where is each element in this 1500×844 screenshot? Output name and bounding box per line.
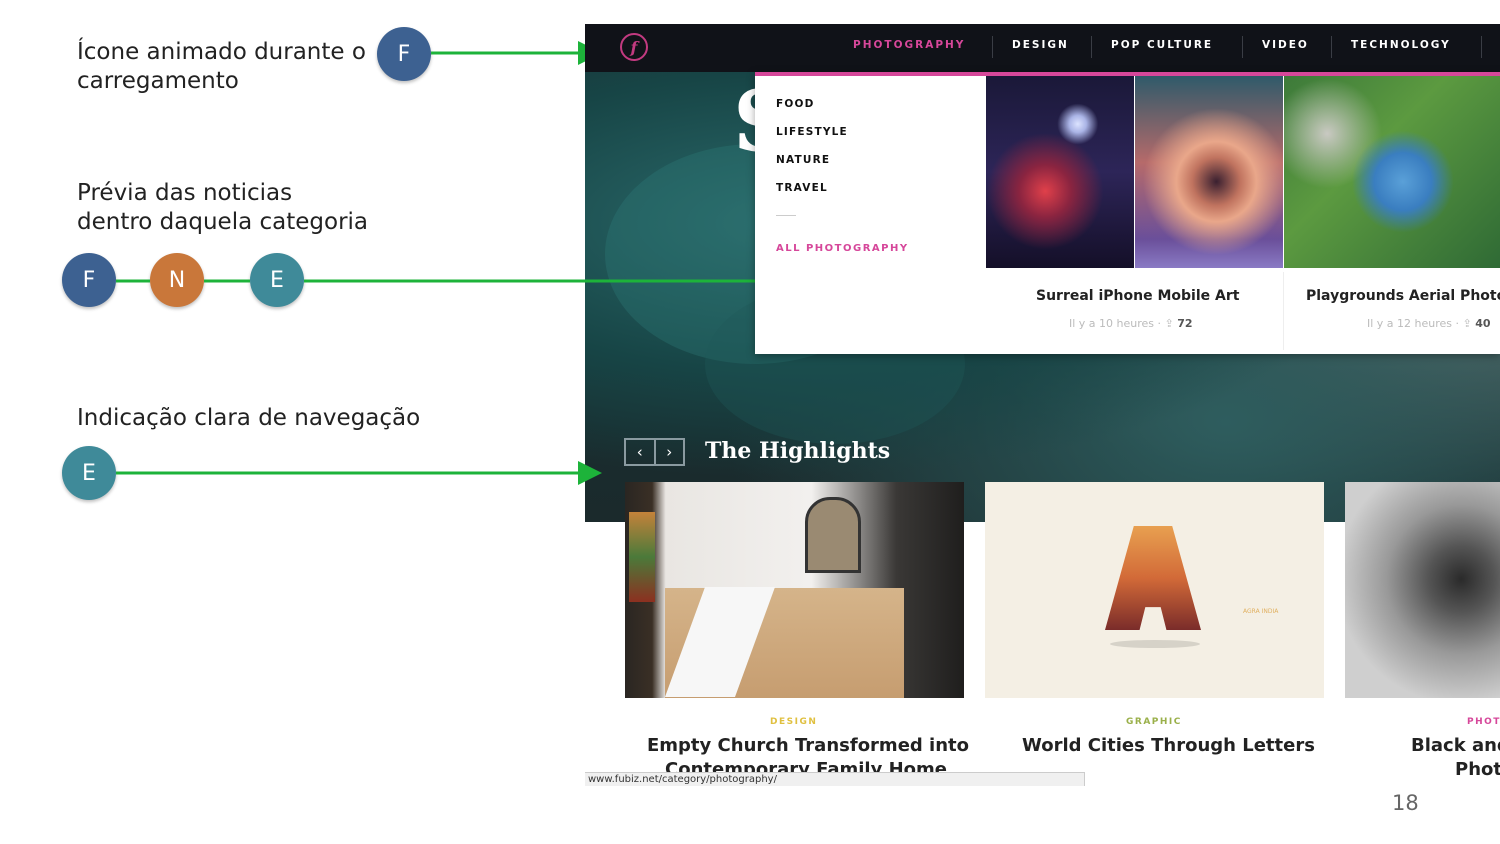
- annotation-loading-text: Ícone animado durante o carregamento: [77, 38, 366, 96]
- highlight-card-church-image[interactable]: [625, 482, 964, 698]
- card-title-letters[interactable]: World Cities Through Letters: [1022, 735, 1315, 756]
- card-category-photo[interactable]: PHOT: [1467, 717, 1500, 727]
- slide-page-number: 18: [1392, 791, 1419, 815]
- annotation-loading-line1: Ícone animado durante o: [77, 39, 366, 65]
- badge-n-preview: N: [150, 253, 204, 307]
- card-category-design[interactable]: DESIGN: [770, 717, 817, 727]
- dropdown-item-food[interactable]: FOOD: [776, 98, 815, 110]
- annotation-navigation-text: Indicação clara de navegação: [77, 405, 421, 431]
- badge-f-preview: F: [62, 253, 116, 307]
- article-shares-playgrounds: 40: [1475, 317, 1491, 330]
- nav-pop-culture[interactable]: POP CULTURE: [1111, 39, 1213, 51]
- letter-a-image: [1105, 526, 1201, 630]
- site-logo-icon[interactable]: f: [620, 33, 648, 61]
- share-icon: ⇪: [1462, 317, 1472, 330]
- highlight-card-letters-image[interactable]: AGRA INDIA: [985, 482, 1324, 698]
- badge-e-navigation: E: [62, 446, 116, 500]
- highlight-card-ostrich-image[interactable]: [1345, 482, 1500, 698]
- dropdown-item-travel[interactable]: TRAVEL: [776, 182, 828, 194]
- nav-photography[interactable]: PHOTOGRAPHY: [853, 39, 965, 51]
- annotation-preview-line2: dentro daquela categoria: [77, 209, 369, 235]
- nav-technology[interactable]: TECHNOLOGY: [1351, 39, 1451, 51]
- article-time-playgrounds: Il y a 12 heures: [1367, 317, 1453, 330]
- article-meta-playgrounds: Il y a 12 heures · ⇪ 40: [1367, 317, 1491, 330]
- carousel-next-button[interactable]: ›: [656, 440, 684, 464]
- card-title-black-line1[interactable]: Black and: [1411, 735, 1500, 756]
- annotation-loading-line2: carregamento: [77, 68, 239, 94]
- badge-f-loading: F: [377, 27, 431, 81]
- website-screenshot: S f PHOTOGRAPHY DESIGN POP CULTURE VIDEO…: [585, 24, 1500, 786]
- annotation-preview-line1: Prévia das noticias: [77, 180, 293, 206]
- browser-status-url: www.fubiz.net/category/photography/: [585, 772, 1085, 786]
- letter-a-caption: AGRA INDIA: [1243, 608, 1279, 615]
- article-thumbnail-surreal-1[interactable]: [986, 76, 1134, 268]
- highlights-carousel-nav: ‹ ›: [624, 438, 685, 466]
- annotation-preview-text: Prévia das noticias dentro daquela categ…: [77, 179, 368, 237]
- article-title-surreal[interactable]: Surreal iPhone Mobile Art: [1036, 288, 1239, 304]
- badge-e-preview: E: [250, 253, 304, 307]
- article-time-surreal: Il y a 10 heures: [1069, 317, 1155, 330]
- top-navigation-bar: f PHOTOGRAPHY DESIGN POP CULTURE VIDEO T…: [585, 24, 1500, 72]
- card-category-graphic[interactable]: GRAPHIC: [1126, 717, 1182, 727]
- highlights-title: The Highlights: [705, 438, 891, 464]
- article-meta-surreal: Il y a 10 heures · ⇪ 72: [1069, 317, 1193, 330]
- nav-design[interactable]: DESIGN: [1012, 39, 1069, 51]
- article-shares-surreal: 72: [1177, 317, 1193, 330]
- photography-dropdown-menu: FOOD LIFESTYLE NATURE TRAVEL ALL PHOTOGR…: [755, 72, 1500, 354]
- dropdown-item-nature[interactable]: NATURE: [776, 154, 830, 166]
- dropdown-item-lifestyle[interactable]: LIFESTYLE: [776, 126, 848, 138]
- card-title-black-line2[interactable]: Phot: [1455, 759, 1500, 780]
- article-thumbnail-surreal-2[interactable]: [1135, 76, 1283, 268]
- article-thumbnail-playgrounds[interactable]: [1284, 76, 1500, 268]
- dropdown-all-photography-link[interactable]: ALL PHOTOGRAPHY: [776, 243, 909, 254]
- carousel-prev-button[interactable]: ‹: [626, 440, 656, 464]
- article-title-playgrounds[interactable]: Playgrounds Aerial Photo: [1306, 288, 1500, 304]
- share-icon: ⇪: [1164, 317, 1174, 330]
- dropdown-divider: [776, 215, 796, 216]
- nav-video[interactable]: VIDEO: [1262, 39, 1309, 51]
- card-title-church-line1[interactable]: Empty Church Transformed into: [647, 735, 969, 756]
